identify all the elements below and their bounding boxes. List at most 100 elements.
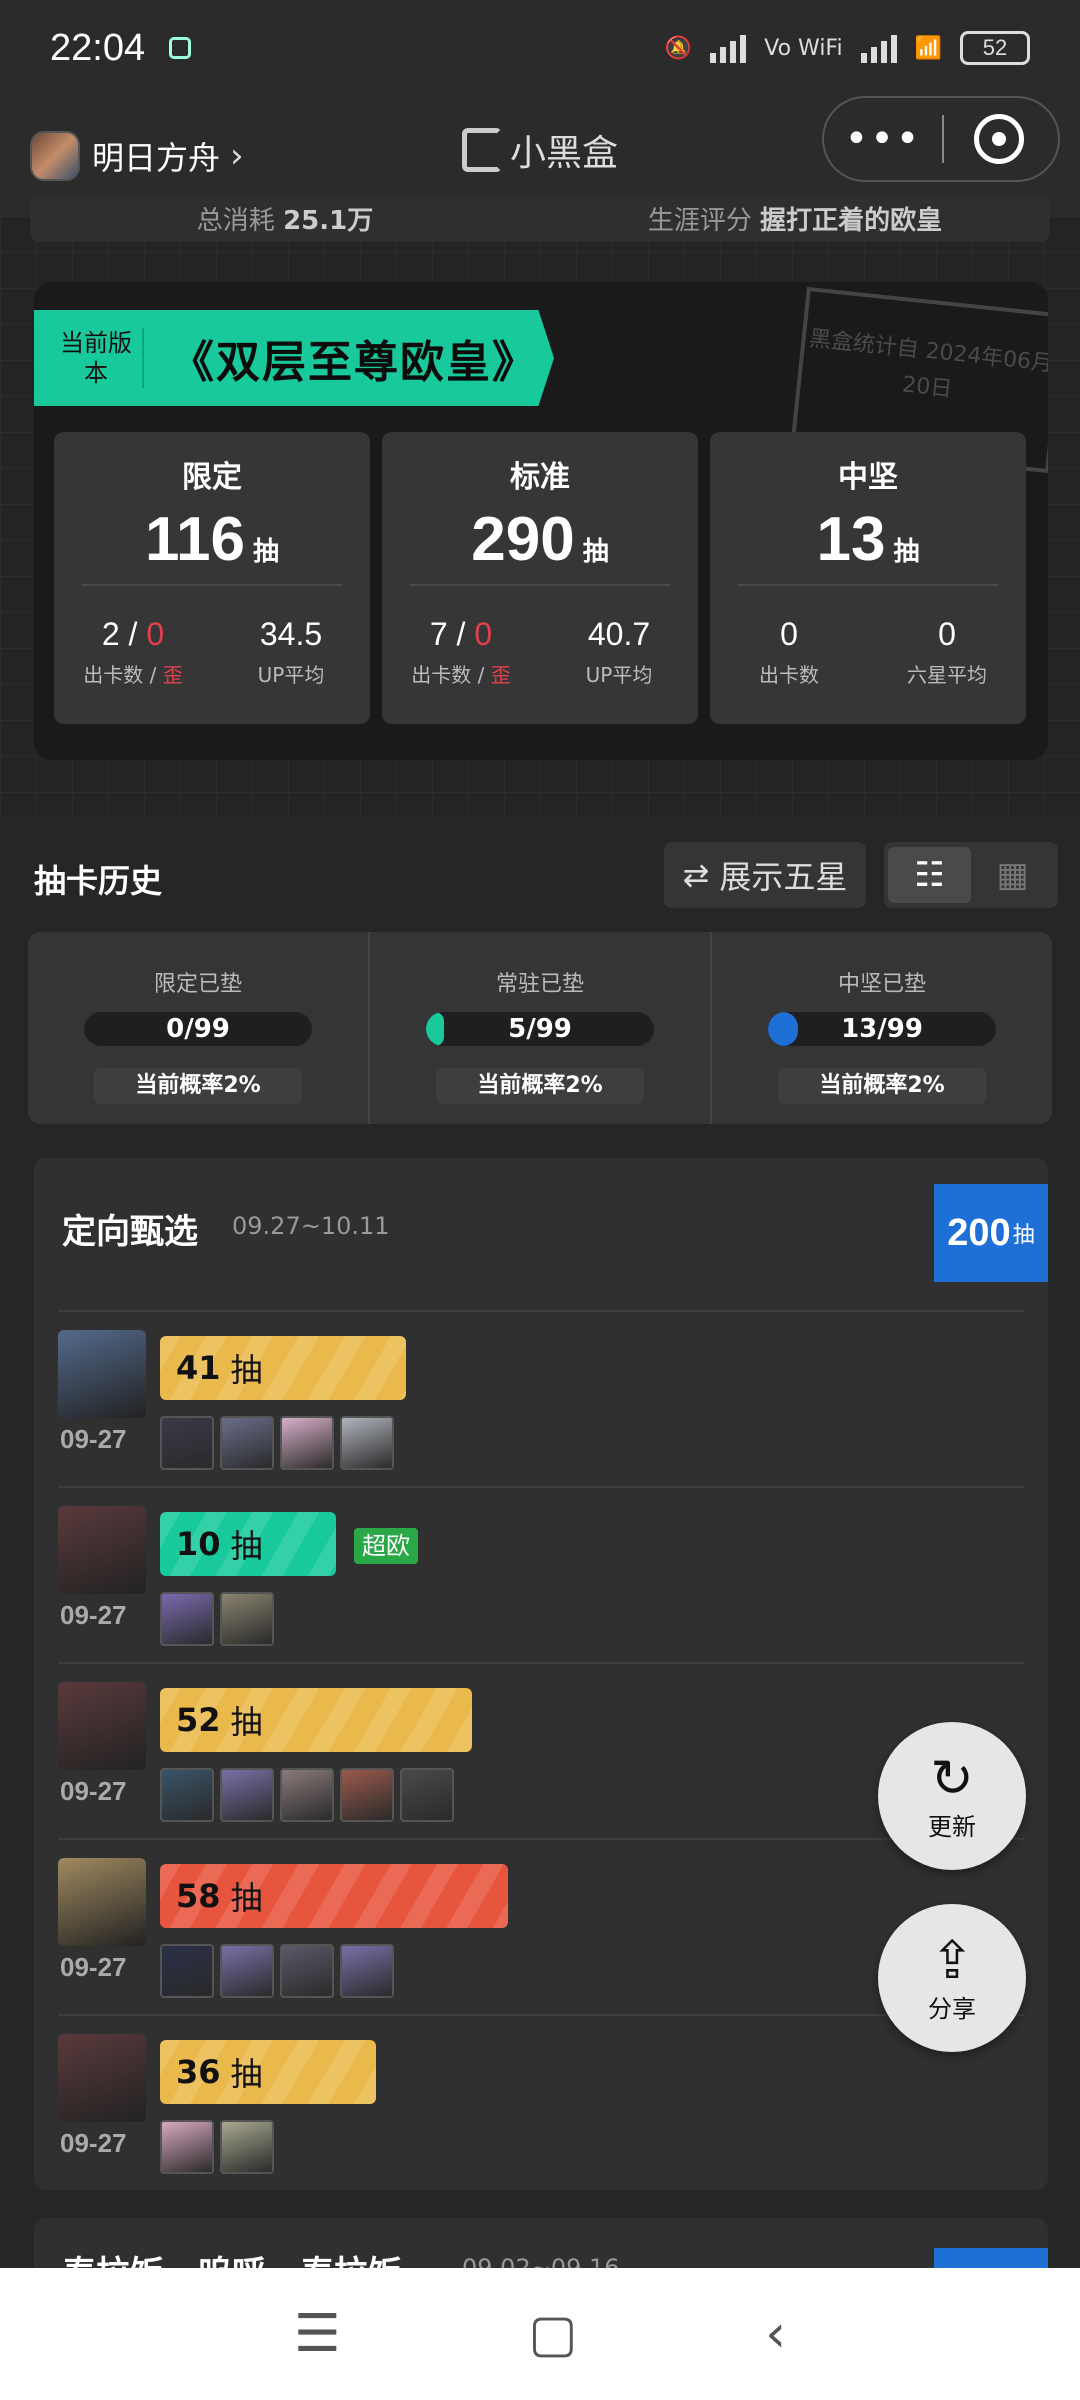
pity-counters: 限定已垫 0/99 当前概率2% 常驻已垫 5/99 当前概率2% 中坚已垫 1…: [28, 932, 1052, 1124]
vowifi-label: Vo WiFi: [764, 35, 843, 61]
app-name[interactable]: 明日方舟: [92, 133, 220, 179]
pull-record[interactable]: 09-27 10 抽 超欧: [58, 1486, 1024, 1662]
card-count: 290 抽: [471, 505, 609, 574]
card-midtier[interactable]: 中坚 13 抽 0 出卡数 0 六星平均: [710, 432, 1026, 724]
refresh-button[interactable]: ↻ 更新: [878, 1722, 1026, 1870]
pity-rate: 当前概率2%: [778, 1068, 986, 1104]
pity-limited: 限定已垫 0/99 当前概率2%: [28, 932, 368, 1124]
capsule-divider: [942, 115, 944, 163]
pull-unit: 抽: [230, 1879, 263, 1917]
operator-thumbnail[interactable]: [160, 2120, 214, 2174]
operator-thumbnail[interactable]: [220, 2120, 274, 2174]
signal-icon: [710, 33, 747, 63]
obtained-operators: [160, 1416, 394, 1470]
operator-thumbnail[interactable]: [340, 1416, 394, 1470]
pull-unit: 抽: [230, 1527, 263, 1565]
operator-thumbnail[interactable]: [280, 1416, 334, 1470]
pool-total-badge: 200 抽: [934, 1184, 1048, 1282]
pity-bar: 0/99: [84, 1012, 312, 1046]
back-icon[interactable]: ‹: [765, 2304, 786, 2364]
pity-label: 中坚已垫: [837, 972, 926, 997]
pity-fill: [426, 1012, 445, 1046]
version-ribbon: 当前版本 《双层至尊欧皇》: [34, 310, 554, 406]
operator-thumbnail[interactable]: [160, 1416, 214, 1470]
version-summary-card: 黑盒统计自 2024年06月20日 当前版本 《双层至尊欧皇》 限定 116 抽 …: [34, 282, 1048, 760]
record-date: 09-27: [60, 1600, 127, 1630]
obtained-operators: [160, 1768, 454, 1822]
pull-record[interactable]: 09-27 36 抽: [58, 2014, 1024, 2190]
close-mini-program-icon[interactable]: [974, 114, 1024, 164]
system-nav-bar: ☰ ▢ ‹: [0, 2268, 1080, 2400]
history-title: 抽卡历史: [34, 862, 163, 900]
brand-name: 小黑盒: [510, 133, 619, 174]
career-stats-bar: 总消耗 25.1万 生涯评分 握打正着的欧皇: [30, 196, 1050, 242]
brand-logo-icon: [462, 128, 502, 172]
share-button[interactable]: ⇪ 分享: [878, 1904, 1026, 2052]
record-date: 09-27: [60, 1776, 127, 1806]
card-name: 标准: [510, 460, 570, 495]
battery-level: 52: [982, 35, 1008, 60]
operator-thumbnail[interactable]: [280, 1768, 334, 1822]
obtained-operators: [160, 1592, 274, 1646]
pull-count: 58: [176, 1877, 221, 1915]
swap-icon: ⇄: [682, 856, 710, 894]
chevron-right-icon[interactable]: ›: [230, 136, 244, 176]
pool-name: 定向甄选: [62, 1212, 198, 1252]
grid-view-icon[interactable]: ▦: [971, 847, 1054, 903]
mute-icon: 🔕: [664, 35, 693, 61]
home-icon[interactable]: ▢: [528, 2304, 577, 2364]
stat-pulls: 0 出卡数: [759, 616, 819, 687]
show-five-star-button[interactable]: ⇄ 展示五星: [664, 842, 866, 908]
card-limited[interactable]: 限定 116 抽 2 / 0 出卡数 / 歪 34.5 UP平均: [54, 432, 370, 724]
operator-avatar: [58, 1682, 146, 1770]
operator-avatar: [58, 2034, 146, 2122]
signal-icon-2: [860, 33, 897, 63]
operator-thumbnail[interactable]: [340, 1944, 394, 1998]
lucky-tag: 超欧: [354, 1528, 418, 1564]
operator-thumbnail[interactable]: [220, 1592, 274, 1646]
refresh-label: 更新: [928, 1812, 976, 1841]
operator-thumbnail[interactable]: [220, 1416, 274, 1470]
notification-icon: [169, 37, 192, 59]
operator-thumbnail[interactable]: [160, 1944, 214, 1998]
record-date: 09-27: [60, 1952, 127, 1982]
pool-date: 09.27~10.11: [232, 1212, 390, 1240]
list-view-icon[interactable]: ☷: [888, 847, 971, 903]
pity-bar: 13/99: [768, 1012, 996, 1046]
operator-avatar: [58, 1330, 146, 1418]
history-header: 抽卡历史 ⇄ 展示五星 ☷ ▦: [0, 816, 1080, 946]
record-date: 09-27: [60, 2128, 127, 2158]
pity-label: 限定已垫: [153, 972, 242, 997]
obtained-operators: [160, 1944, 394, 1998]
operator-thumbnail[interactable]: [220, 1768, 274, 1822]
pull-record[interactable]: 09-27 41 抽: [58, 1310, 1024, 1486]
stat-avg: 0 六星平均: [907, 616, 987, 687]
operator-thumbnail[interactable]: [160, 1592, 214, 1646]
pity-fill: [768, 1012, 798, 1046]
total-spend: 总消耗 25.1万: [196, 206, 374, 236]
operator-thumbnail[interactable]: [340, 1768, 394, 1822]
card-standard[interactable]: 标准 290 抽 7 / 0 出卡数 / 歪 40.7 UP平均: [382, 432, 698, 724]
menu-icon[interactable]: ☰: [294, 2304, 341, 2364]
operator-thumbnail[interactable]: [220, 1944, 274, 1998]
refresh-icon: ↻: [930, 1748, 974, 1809]
pull-count-bar: 58 抽: [160, 1864, 508, 1928]
operator-thumbnail[interactable]: [400, 1768, 454, 1822]
card-name: 中坚: [838, 460, 898, 495]
pull-unit: 抽: [230, 2055, 263, 2093]
pull-unit: 抽: [230, 1703, 263, 1741]
career-rating: 生涯评分 握打正着的欧皇: [647, 206, 943, 236]
more-icon[interactable]: •••: [824, 116, 942, 162]
operator-thumbnail[interactable]: [280, 1944, 334, 1998]
pull-count: 52: [176, 1701, 221, 1739]
pity-bar: 5/99: [426, 1012, 654, 1046]
pool-panel: 定向甄选 09.27~10.11 200 抽 09-27 41 抽 09-27 10 抽超欧…: [34, 1158, 1048, 2190]
operator-avatar: [58, 1858, 146, 1946]
pull-count-bar: 36 抽: [160, 2040, 376, 2104]
operator-thumbnail[interactable]: [160, 1768, 214, 1822]
operator-avatar: [58, 1506, 146, 1594]
app-avatar[interactable]: [30, 131, 80, 181]
share-label: 分享: [928, 1994, 976, 2023]
pull-count: 10: [176, 1525, 221, 1563]
status-bar: 22:04 🔕 Vo WiFi 📶 52: [0, 0, 1080, 96]
